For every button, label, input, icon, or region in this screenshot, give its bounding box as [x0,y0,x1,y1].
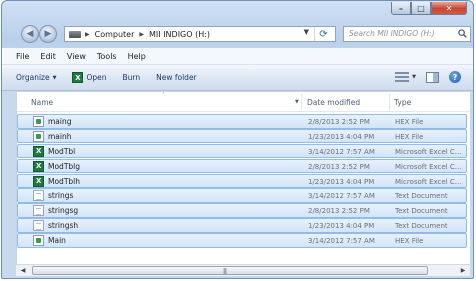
window-controls: – □ ✕ [391,2,467,15]
new-folder-button[interactable]: New folder [156,73,197,82]
column-name[interactable]: Name [31,98,53,107]
organize-button[interactable]: Organize ▼ [16,73,56,82]
preview-pane-icon[interactable] [426,71,439,83]
file-date: 1/23/2013 4:04 PM [308,177,375,186]
search-icon[interactable] [458,29,467,38]
file-type: Microsoft Excel C... [395,177,462,186]
file-name: ModTblg [48,161,81,171]
menu-tools[interactable]: Tools [97,52,117,61]
refresh-icon[interactable]: ⟳ [314,27,332,41]
file-name: maing [48,117,72,126]
text-file-icon [33,205,44,217]
explorer-window: – □ ✕ ◀ ▶ ▶ Computer ▶ MII INDIGO (H:) ▼… [1,0,474,279]
file-rows: maing 2/8/2013 2:52 PM HEX File mainh 1/… [17,114,467,248]
organize-label: Organize [16,73,50,82]
close-button[interactable]: ✕ [431,2,467,15]
file-type: Text Document [395,207,448,216]
file-type: HEX File [395,118,424,126]
chevron-down-icon: ▼ [52,74,57,81]
file-row[interactable]: stringsg 2/8/2013 2:52 PM Text Document [17,203,467,218]
horizontal-scrollbar[interactable]: ◀ ||| ▶ [16,264,470,276]
column-header: Name ˄ ▼ Date modified Type [17,92,470,112]
file-row[interactable]: ModTblh 1/23/2013 4:04 PM Microsoft Exce… [17,173,467,189]
file-row[interactable]: stringsh 1/23/2013 4:04 PM Text Document [17,218,467,233]
navigation-bar: ◀ ▶ ▶ Computer ▶ MII INDIGO (H:) ▼ ⟳ Sea… [2,23,473,47]
column-type[interactable]: Type [394,98,411,107]
file-name: stringsh [48,221,79,231]
column-date-modified[interactable]: Date modified [307,98,360,107]
chevron-down-icon[interactable]: ▼ [412,74,416,80]
file-row[interactable]: maing 2/8/2013 2:52 PM HEX File [17,114,467,129]
file-list: Name ˄ ▼ Date modified Type maing 2/8/20… [16,92,470,264]
scrollbar-thumb[interactable]: ||| [32,266,428,275]
breadcrumb-arrow-icon[interactable]: ▶ [139,31,144,38]
column-divider[interactable] [389,94,390,110]
hex-file-icon [33,130,44,142]
column-divider[interactable] [301,94,302,110]
minimize-button[interactable]: – [391,2,411,15]
text-file-icon [33,190,44,202]
file-name: Main [48,236,66,246]
file-name: stringsg [48,206,79,216]
file-date: 3/14/2012 7:57 AM [308,147,375,156]
file-date: 2/8/2013 2:52 PM [308,118,370,126]
file-row[interactable]: Main 3/14/2012 7:57 AM HEX File [17,233,467,248]
menu-help[interactable]: Help [128,52,146,61]
sort-indicator-icon: ˄ [162,92,165,99]
command-bar: Organize ▼ X Open Burn New folder ▼ ? [2,65,473,91]
file-row[interactable]: ModTblg 2/8/2013 2:52 PM Microsoft Excel… [17,158,467,174]
address-bar[interactable]: ▶ Computer ▶ MII INDIGO (H:) ▼ ⟳ [64,26,336,42]
breadcrumb-drive[interactable]: MII INDIGO (H:) [149,30,210,39]
scroll-left-icon[interactable]: ◀ [18,266,28,275]
burn-button[interactable]: Burn [123,73,141,82]
file-type: Text Document [395,192,448,201]
file-date: 2/8/2013 2:52 PM [308,162,370,171]
file-date: 1/23/2013 4:04 PM [308,222,375,231]
file-row[interactable]: strings 3/14/2012 7:57 AM Text Document [17,188,467,204]
file-name: ModTbl [48,146,76,156]
menu-file[interactable]: File [16,52,29,61]
excel-icon: X [72,72,84,83]
file-type: Microsoft Excel C... [395,162,462,171]
text-file-icon [33,220,44,232]
excel-file-icon [33,160,44,172]
file-type: HEX File [395,132,424,141]
menu-bar: File Edit View Tools Help [2,48,473,65]
file-date: 1/23/2013 4:04 PM [308,132,375,141]
menu-view[interactable]: View [67,52,86,61]
file-date: 3/14/2012 7:57 AM [308,192,375,201]
chevron-down-icon[interactable]: ▼ [295,99,299,105]
excel-file-icon [33,175,44,187]
breadcrumb-computer[interactable]: Computer [95,30,135,39]
open-button[interactable]: X Open [72,72,107,83]
breadcrumb-arrow-icon[interactable]: ▶ [85,31,90,38]
file-name: mainh [48,131,72,141]
scroll-right-icon[interactable]: ▶ [458,266,468,275]
file-type: HEX File [395,237,424,246]
view-controls: ▼ ? [385,71,461,83]
file-date: 3/14/2012 7:57 AM [308,237,375,246]
change-view-icon[interactable] [395,72,410,82]
drive-icon [69,30,81,38]
file-row[interactable]: mainh 1/23/2013 4:04 PM HEX File [17,128,467,144]
help-icon[interactable]: ? [449,71,461,83]
excel-file-icon [33,145,44,157]
address-dropdown-icon[interactable]: ▼ [304,28,309,36]
hex-file-icon [33,235,44,247]
forward-button[interactable]: ▶ [39,25,57,43]
open-label: Open [86,73,107,82]
file-type: Text Document [395,222,448,231]
grip-icon: ||| [223,268,227,275]
search-input[interactable]: Search MII INDIGO (H:) [343,26,471,42]
file-name: ModTblh [48,176,80,186]
menu-edit[interactable]: Edit [40,52,56,61]
maximize-button[interactable]: □ [411,2,431,15]
hex-file-icon [33,116,44,127]
search-placeholder: Search MII INDIGO (H:) [349,29,435,38]
file-name: strings [48,191,74,201]
back-button[interactable]: ◀ [21,25,39,43]
file-row[interactable]: ModTbl 3/14/2012 7:57 AM Microsoft Excel… [17,143,467,159]
file-type: Microsoft Excel C... [395,147,462,156]
file-date: 2/8/2013 2:52 PM [308,207,370,216]
